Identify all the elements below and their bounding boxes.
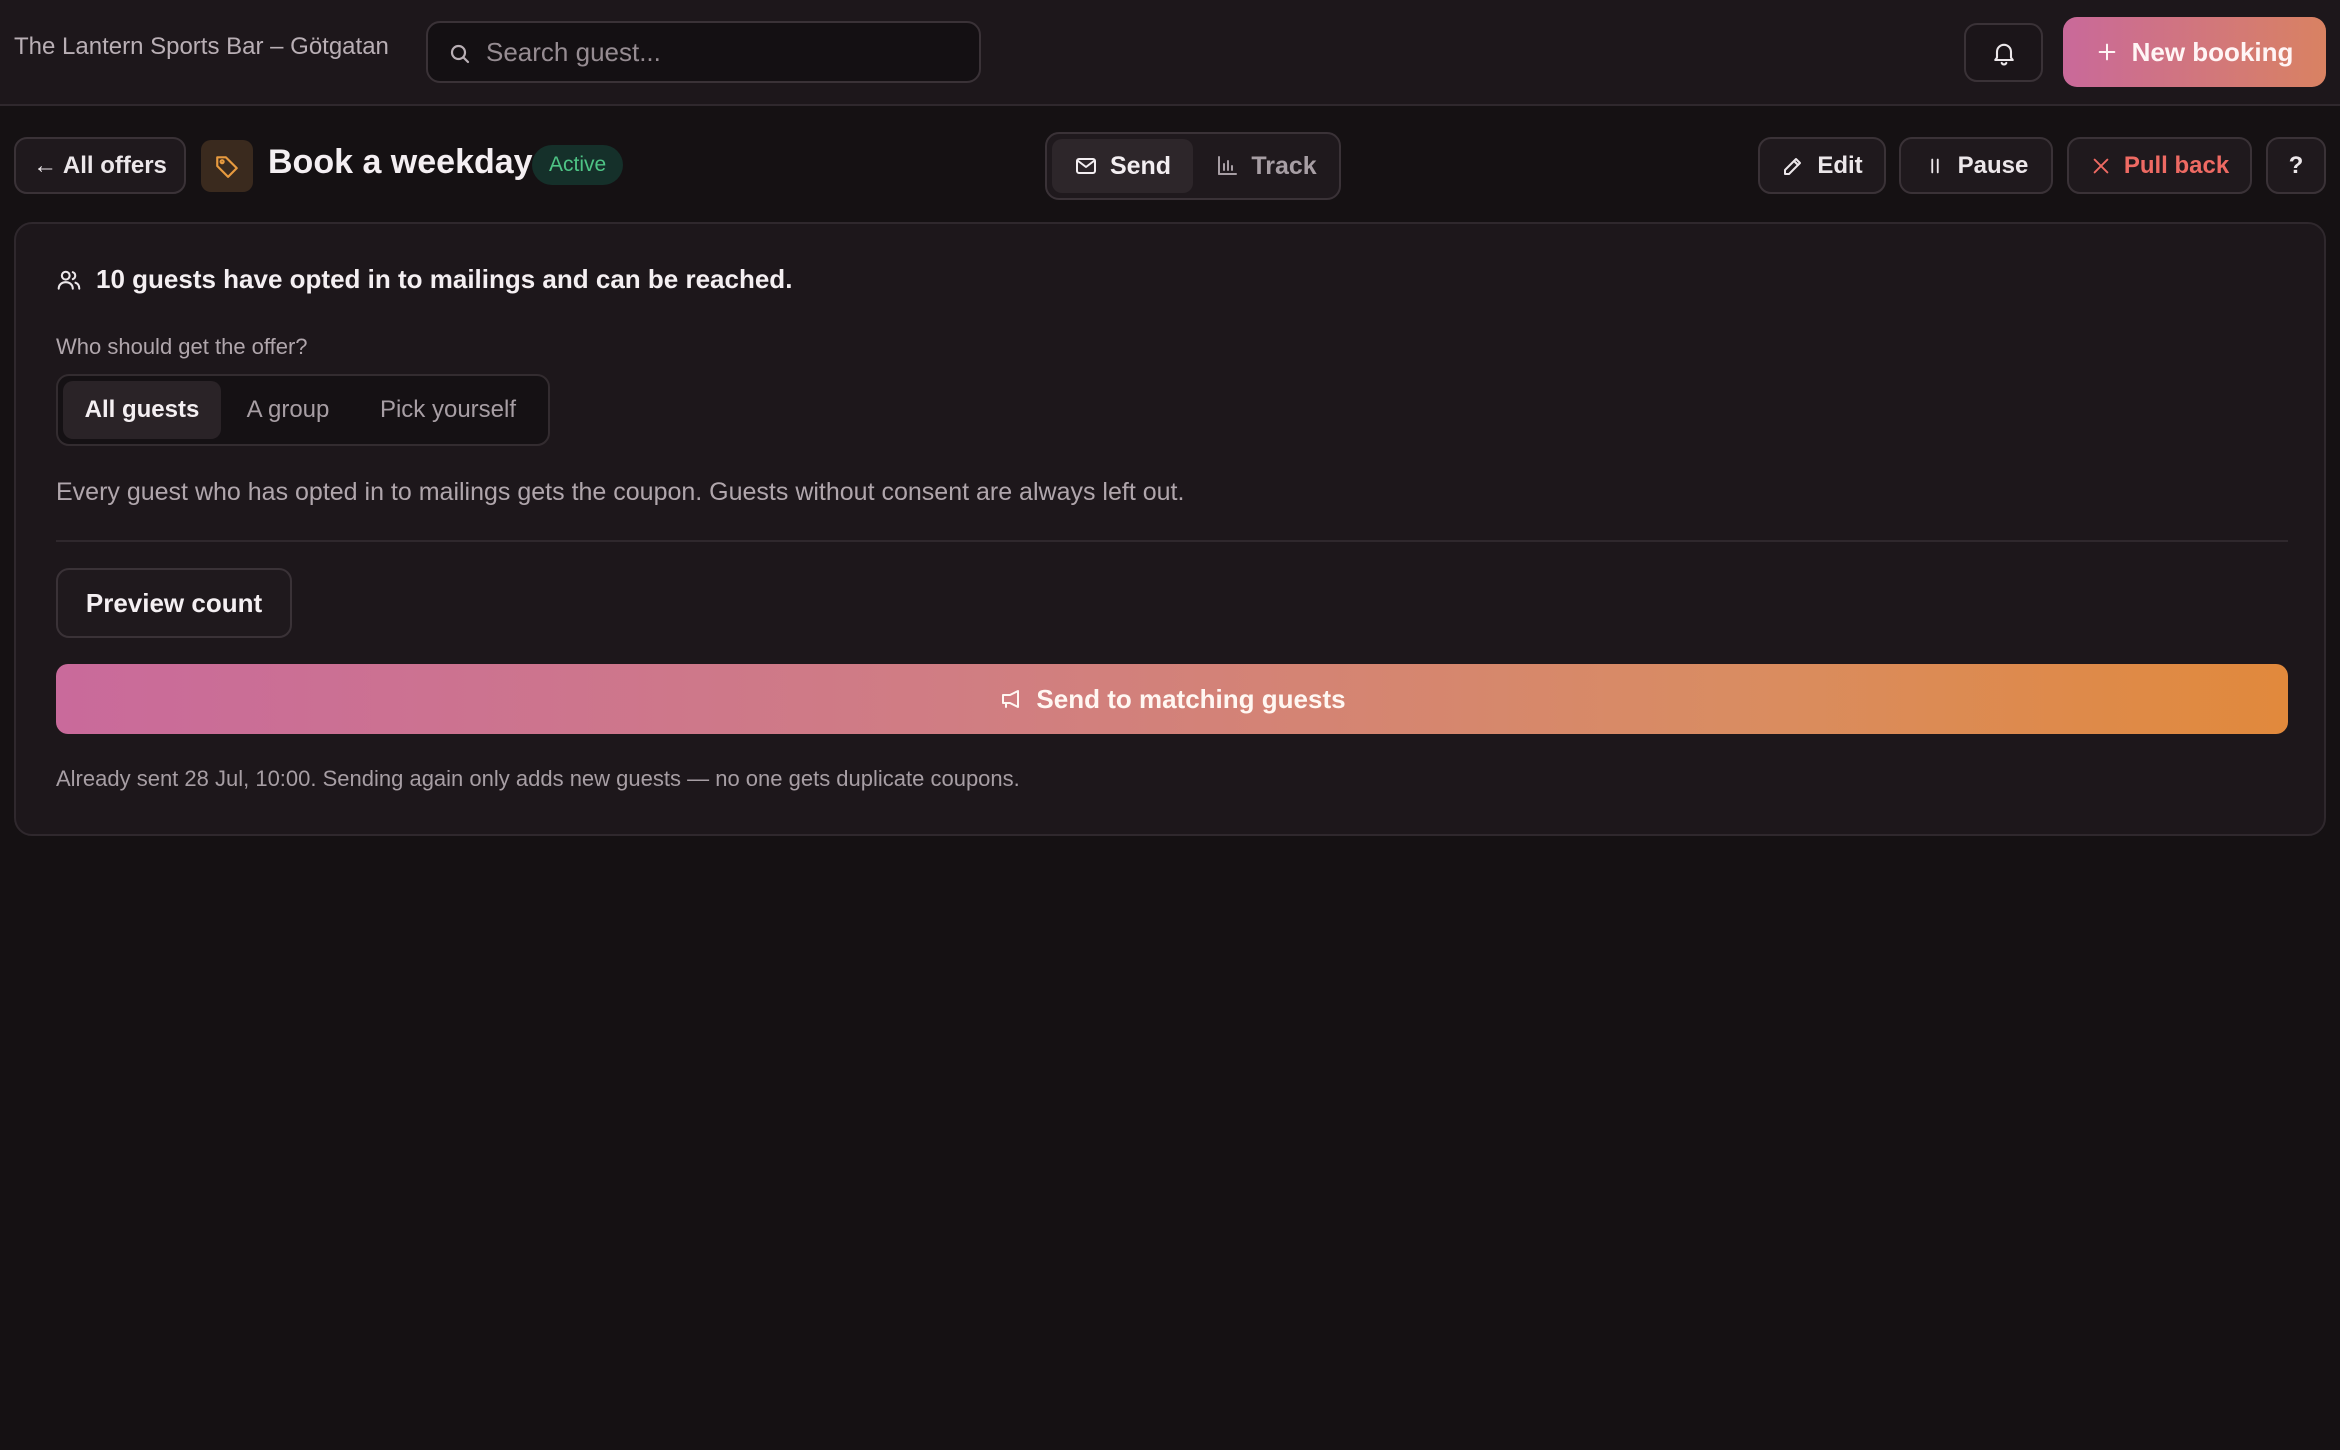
notifications-button[interactable] bbox=[1964, 23, 2043, 82]
audience-selector: All guests A group Pick yourself bbox=[56, 374, 550, 446]
preview-count-button[interactable]: Preview count bbox=[56, 568, 292, 638]
audience-question: Who should get the offer? bbox=[56, 334, 308, 359]
pull-back-button[interactable]: Pull back bbox=[2067, 137, 2252, 194]
divider bbox=[56, 540, 2288, 542]
new-booking-label: New booking bbox=[2131, 36, 2294, 67]
pause-button[interactable]: Pause bbox=[1899, 137, 2053, 194]
help-button[interactable]: ? bbox=[2266, 137, 2326, 194]
pause-label: Pause bbox=[1957, 151, 2029, 179]
search-box[interactable] bbox=[426, 21, 981, 83]
audience-option-group[interactable]: A group bbox=[228, 381, 348, 439]
send-to-matching-guests-label: Send to matching guests bbox=[1036, 683, 1346, 714]
page-title: Book a weekday bbox=[268, 143, 533, 181]
send-track-tabs: Send Track bbox=[1045, 132, 1341, 200]
status-badge: Active bbox=[532, 145, 624, 185]
close-icon bbox=[2093, 158, 2109, 173]
audience-option-all-guests[interactable]: All guests bbox=[63, 381, 221, 439]
back-to-offers-button[interactable]: ← All offers bbox=[14, 137, 186, 194]
audience-explanation: Every guest who has opted in to mailings… bbox=[56, 478, 1185, 506]
tab-send-label: Send bbox=[1109, 151, 1172, 180]
send-offer-card: 10 guests have opted in to mailings and … bbox=[14, 222, 2326, 836]
mail-icon bbox=[1075, 158, 1096, 174]
send-to-matching-guests-button[interactable]: Send to matching guests bbox=[56, 664, 2288, 734]
reachable-guests-text: 10 guests have opted in to mailings and … bbox=[96, 264, 793, 294]
tag-icon bbox=[201, 140, 253, 192]
venue-name: The Lantern Sports Bar – Götgatan bbox=[14, 33, 389, 60]
tab-send[interactable]: Send bbox=[1052, 139, 1193, 193]
pencil-icon bbox=[1784, 157, 1802, 175]
top-bar: The Lantern Sports Bar – Götgatan New bo… bbox=[0, 0, 2340, 106]
users-icon bbox=[57, 270, 81, 290]
already-sent-note: Already sent 28 Jul, 10:00. Sending agai… bbox=[56, 766, 1020, 791]
search-input[interactable] bbox=[486, 31, 956, 73]
edit-label: Edit bbox=[1817, 151, 1863, 179]
pull-back-label: Pull back bbox=[2123, 151, 2230, 179]
megaphone-icon bbox=[1002, 690, 1020, 708]
new-booking-button[interactable]: New booking bbox=[2063, 17, 2326, 87]
pause-icon bbox=[1930, 158, 1939, 173]
bell-icon bbox=[1993, 43, 2014, 65]
tab-track[interactable]: Track bbox=[1197, 139, 1335, 193]
audience-option-pick-yourself[interactable]: Pick yourself bbox=[354, 381, 542, 439]
edit-button[interactable]: Edit bbox=[1758, 137, 1886, 194]
search-icon bbox=[450, 44, 470, 64]
reachable-guests-summary: 10 guests have opted in to mailings and … bbox=[56, 264, 792, 295]
bar-chart-icon bbox=[1218, 156, 1238, 175]
plus-icon bbox=[2098, 43, 2115, 61]
tab-track-label: Track bbox=[1251, 151, 1317, 180]
